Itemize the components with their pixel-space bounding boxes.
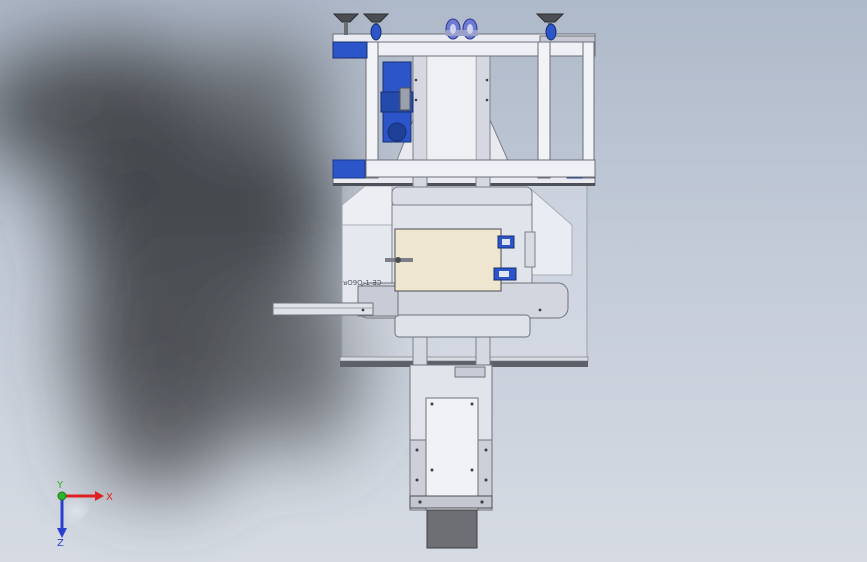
blue-motor-shaft bbox=[387, 122, 407, 142]
frame-bottom-bar bbox=[365, 159, 596, 178]
frame-post-far-right bbox=[582, 41, 595, 179]
cad-assembly[interactable]: ᴚO9O-1-ƎƆ bbox=[0, 0, 867, 562]
actuator-end-cap bbox=[409, 495, 493, 509]
drum-top-ring bbox=[391, 186, 533, 208]
frame-mid-bar bbox=[332, 41, 368, 59]
model-label: ᴚO9O-1-ƎƆ bbox=[343, 279, 382, 287]
blue-rail-left-bottom bbox=[332, 159, 366, 179]
column-gusset-right bbox=[489, 119, 511, 166]
motor-clamp bbox=[399, 87, 411, 111]
triad-quarter bbox=[62, 496, 92, 526]
z-axis-label: Z bbox=[57, 538, 64, 548]
side-block-right bbox=[524, 231, 536, 268]
motor-block bbox=[426, 509, 478, 549]
actuator-carriage bbox=[425, 397, 479, 511]
actuator-top-block bbox=[454, 366, 486, 378]
leveling-foot-left bbox=[332, 13, 360, 35]
frame-post-right bbox=[537, 41, 551, 179]
upper-plate-edge bbox=[333, 183, 595, 186]
graphics-viewport[interactable]: ᴚO9O-1-ƎƆ X Y Z bbox=[0, 0, 867, 562]
drum-base bbox=[394, 314, 531, 338]
blue-clamp-bottom bbox=[493, 267, 517, 281]
coordinate-triad: X Y Z bbox=[56, 480, 113, 548]
y-axis-label: Y bbox=[56, 480, 64, 491]
column-center bbox=[426, 54, 477, 176]
bracket-bolt bbox=[395, 257, 401, 263]
base-plate-top bbox=[339, 356, 589, 362]
feeder-plate bbox=[272, 302, 374, 316]
frame-post-left bbox=[365, 41, 379, 179]
blue-clamp-top bbox=[497, 235, 515, 249]
frame-bar-2 bbox=[366, 41, 596, 57]
y-axis-dot bbox=[57, 491, 67, 501]
caster-pair bbox=[445, 18, 478, 40]
x-axis-label: X bbox=[106, 492, 113, 503]
